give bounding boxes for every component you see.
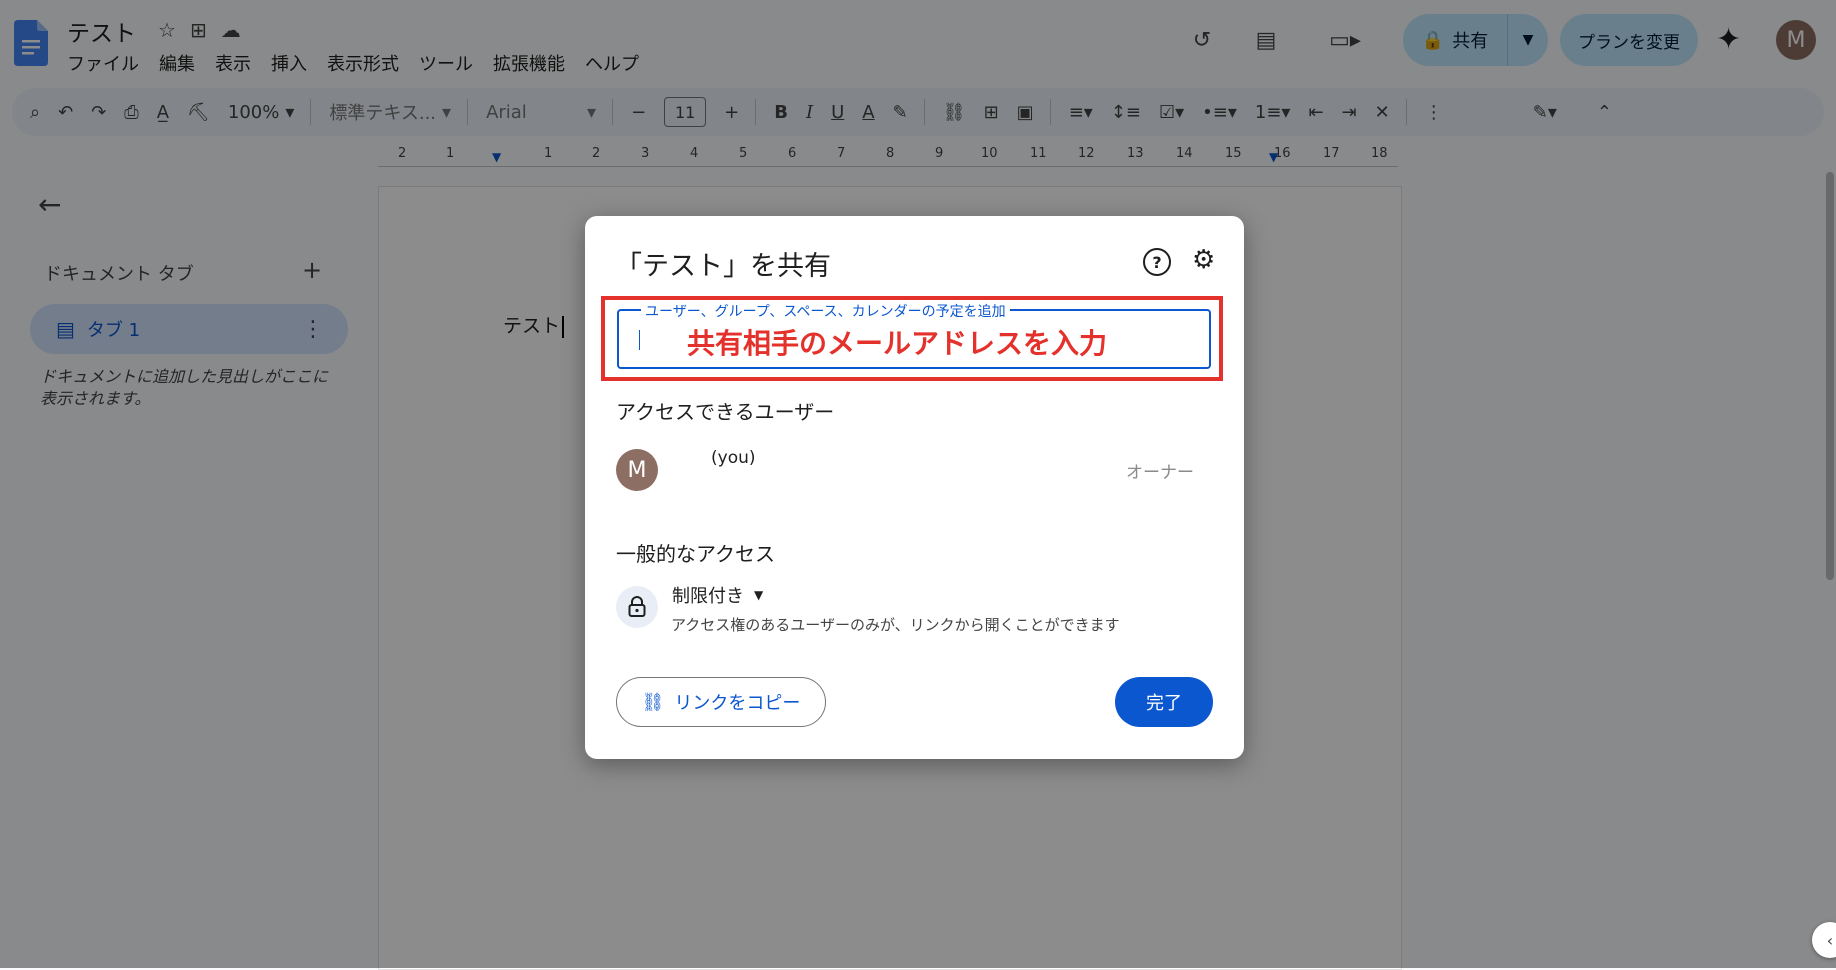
access-heading: アクセスできるユーザー: [616, 400, 835, 424]
user-avatar: M: [616, 449, 658, 491]
general-access-heading: 一般的なアクセス: [616, 542, 775, 566]
link-icon: ⛓: [641, 691, 665, 713]
copy-link-button[interactable]: ⛓ リンクをコピー: [616, 677, 826, 727]
annotation-text: 共有相手のメールアドレスを入力: [687, 327, 1108, 360]
gear-icon[interactable]: ⚙: [1192, 245, 1215, 275]
user-name: (you): [711, 448, 756, 468]
share-dialog: 「テスト」を共有 ? ⚙ ユーザー、グループ、スペース、カレンダーの予定を追加 …: [585, 216, 1244, 759]
user-role: オーナー: [1126, 463, 1194, 483]
lock-shape: [628, 596, 646, 617]
caret-down-icon: ▼: [754, 588, 764, 602]
restriction-value: 制限付き: [672, 586, 744, 607]
dialog-title: 「テスト」を共有: [615, 251, 831, 282]
lock-icon: [616, 586, 658, 628]
help-icon[interactable]: ?: [1143, 248, 1171, 276]
restriction-description: アクセス権のあるユーザーのみが、リンクから開くことができます: [671, 616, 1120, 634]
restriction-select[interactable]: 制限付き ▼: [672, 582, 763, 608]
done-button[interactable]: 完了: [1115, 677, 1213, 727]
copy-link-label: リンクをコピー: [674, 693, 801, 714]
